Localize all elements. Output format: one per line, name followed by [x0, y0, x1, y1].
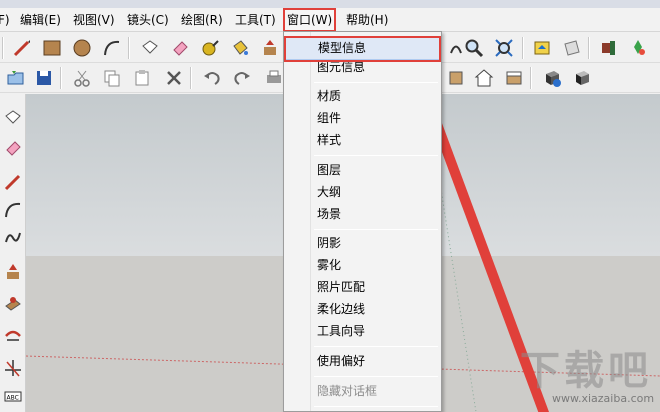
zoom-icon[interactable]	[462, 36, 486, 60]
display-cube-icon[interactable]	[570, 66, 594, 90]
zoom-extents-icon[interactable]	[492, 36, 516, 60]
menu-item-shadows[interactable]: 阴影	[284, 233, 441, 254]
menu-item-components[interactable]: 组件	[284, 108, 441, 129]
open-folder-icon[interactable]	[4, 66, 28, 90]
menu-separator	[314, 406, 438, 407]
menu-item-outliner[interactable]: 大纲	[284, 182, 441, 203]
toolbar-separator	[2, 37, 4, 59]
arc-icon[interactable]	[1, 198, 25, 222]
annotation-highlight-box	[284, 36, 441, 62]
toolbar-separator	[588, 37, 590, 59]
share-model-icon[interactable]	[560, 36, 584, 60]
watermark-url: www.xiazaiba.com	[552, 392, 655, 405]
components-icon[interactable]	[596, 36, 620, 60]
menu-separator	[314, 82, 438, 83]
menu-item-soften-edges[interactable]: 柔化边线	[284, 299, 441, 320]
view-right-icon[interactable]	[502, 66, 526, 90]
menu-item-layers[interactable]: 图层	[284, 160, 441, 181]
toolbar-separator	[60, 67, 62, 89]
menu-separator	[314, 376, 438, 377]
follow-me-icon[interactable]	[1, 292, 25, 316]
toolbar-separator	[128, 37, 130, 59]
menu-item-hide-dialogs: 隐藏对话框	[317, 384, 378, 398]
view-top-icon[interactable]	[444, 66, 468, 90]
extension-icon[interactable]	[626, 36, 650, 60]
menu-help[interactable]: 帮助(H)	[346, 11, 388, 29]
view-front-house-icon[interactable]	[472, 66, 496, 90]
toolbar-separator	[522, 37, 524, 59]
freehand-icon[interactable]	[1, 226, 25, 250]
menu-item-match-photo[interactable]: 照片匹配	[284, 277, 441, 298]
svg-text:ABC: ABC	[7, 395, 19, 402]
menu-separator	[314, 155, 438, 156]
paste-icon[interactable]	[130, 66, 154, 90]
paint-bucket-icon[interactable]	[228, 36, 252, 60]
push-pull-icon[interactable]	[258, 36, 282, 60]
left-toolbar: ABC	[0, 94, 26, 412]
undo-icon[interactable]	[200, 66, 224, 90]
toolbar-separator	[190, 67, 192, 89]
menu-draw[interactable]: 绘图(R)	[181, 11, 223, 29]
model-info-cube-icon[interactable]	[540, 66, 564, 90]
menu-window[interactable]: 窗口(W)	[283, 8, 337, 32]
menu-file[interactable]: F)	[0, 11, 10, 29]
menu-edit[interactable]: 编辑(E)	[20, 11, 61, 29]
arc-icon[interactable]	[100, 36, 124, 60]
rectangle-icon[interactable]	[40, 36, 64, 60]
get-models-icon[interactable]	[530, 36, 554, 60]
save-icon[interactable]	[32, 66, 56, 90]
menu-item-fog[interactable]: 雾化	[284, 255, 441, 276]
menu-separator	[314, 229, 438, 230]
menu-item-scenes[interactable]: 场景	[284, 204, 441, 225]
menu-bar: F) 编辑(E) 视图(V) 镜头(C) 绘图(R) 工具(T) 窗口(W) 帮…	[0, 8, 660, 32]
menu-view[interactable]: 视图(V)	[73, 11, 115, 29]
select-icon[interactable]	[138, 36, 162, 60]
window-menu-dropdown: 模型信息 图元信息 材质 组件 样式 图层 大纲 场景 阴影 雾化 照片匹配 柔…	[283, 31, 442, 412]
text-label-icon[interactable]: ABC	[1, 384, 25, 408]
eraser-icon[interactable]	[168, 36, 192, 60]
delete-icon[interactable]	[162, 66, 186, 90]
push-pull-icon[interactable]	[1, 260, 25, 284]
cut-icon[interactable]	[70, 66, 94, 90]
menu-item-materials[interactable]: 材质	[284, 86, 441, 107]
menu-item-preferences[interactable]: 使用偏好	[284, 351, 441, 372]
rotate-icon[interactable]	[1, 324, 25, 348]
menu-separator	[314, 346, 438, 347]
pencil-line-icon[interactable]	[1, 170, 25, 194]
select-arrow-icon[interactable]	[1, 106, 25, 130]
circle-icon[interactable]	[70, 36, 94, 60]
copy-icon[interactable]	[100, 66, 124, 90]
pencil-line-icon[interactable]	[10, 36, 34, 60]
menu-tools[interactable]: 工具(T)	[235, 11, 276, 29]
toolbar-separator	[530, 67, 532, 89]
title-bar-strip	[0, 0, 660, 8]
watermark-logo: 下载吧	[520, 348, 652, 394]
menu-item-instructor[interactable]: 工具向导	[284, 321, 441, 342]
axes-icon[interactable]	[1, 356, 25, 380]
redo-icon[interactable]	[230, 66, 254, 90]
tape-measure-icon[interactable]	[198, 36, 222, 60]
menu-camera[interactable]: 镜头(C)	[127, 11, 169, 29]
menu-item-styles[interactable]: 样式	[284, 130, 441, 151]
eraser-icon[interactable]	[1, 136, 25, 160]
